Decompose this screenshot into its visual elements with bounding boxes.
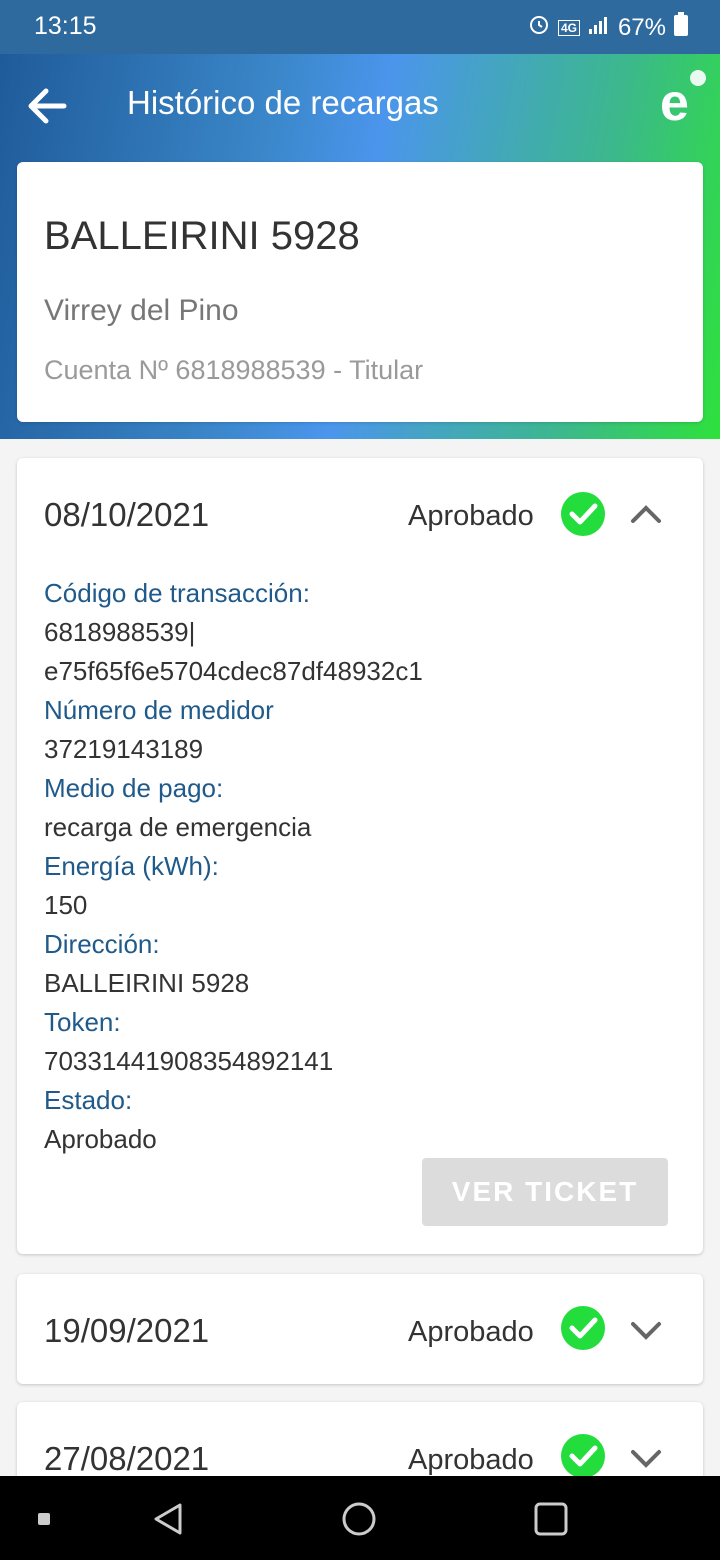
record-date: 19/09/2021 bbox=[44, 1312, 210, 1349]
view-ticket-button[interactable]: VER TICKET bbox=[422, 1158, 668, 1226]
check-circle-icon bbox=[560, 1433, 606, 1479]
account-number: Cuenta Nº 6818988539 - Titular bbox=[44, 355, 424, 385]
battery-percent: 67% bbox=[617, 13, 666, 41]
app-logo: e bbox=[658, 68, 710, 132]
check-circle-icon bbox=[560, 1305, 606, 1351]
alarm-icon bbox=[528, 13, 550, 42]
recent-dot-icon[interactable] bbox=[38, 1512, 50, 1530]
system-nav-bar bbox=[0, 1476, 720, 1560]
field-label: Estado: bbox=[44, 1085, 133, 1115]
field-value: recarga de emergencia bbox=[44, 812, 312, 842]
signal-icon bbox=[588, 14, 610, 42]
field-value: 150 bbox=[44, 890, 88, 920]
record-status: Aprobado bbox=[408, 500, 534, 532]
field-value: e75f65f6e5704cdec87df48932c1 bbox=[44, 656, 423, 686]
chevron-up-icon[interactable] bbox=[629, 503, 663, 525]
status-time: 13:15 bbox=[34, 12, 97, 40]
field-label: Número de medidor bbox=[44, 695, 274, 725]
battery-icon bbox=[674, 12, 688, 43]
record-details: Código de transacción: 6818988539| e75f6… bbox=[44, 574, 684, 1159]
record-date: 27/08/2021 bbox=[44, 1440, 210, 1477]
field-value: Aprobado bbox=[44, 1124, 157, 1154]
chevron-down-icon[interactable] bbox=[629, 1447, 663, 1469]
account-card: BALLEIRINI 5928 Virrey del Pino Cuenta N… bbox=[17, 162, 703, 422]
network-type-icon: 4G bbox=[557, 19, 580, 36]
account-name: BALLEIRINI 5928 bbox=[44, 214, 360, 258]
overview-square-icon[interactable] bbox=[534, 1502, 568, 1541]
field-label: Código de transacción: bbox=[44, 578, 310, 608]
field-value: 6818988539| bbox=[44, 617, 196, 647]
page-title: Histórico de recargas bbox=[127, 84, 439, 121]
field-value: 37219143189 bbox=[44, 734, 204, 764]
field-label: Energía (kWh): bbox=[44, 851, 219, 881]
record-status: Aprobado bbox=[408, 1444, 534, 1476]
field-value: 70331441908354892141 bbox=[44, 1046, 334, 1076]
field-value: BALLEIRINI 5928 bbox=[44, 968, 250, 998]
chevron-down-icon[interactable] bbox=[629, 1319, 663, 1341]
account-city: Virrey del Pino bbox=[44, 294, 239, 327]
field-label: Dirección: bbox=[44, 929, 160, 959]
back-triangle-icon[interactable] bbox=[152, 1502, 184, 1541]
recharge-record-expanded[interactable]: 08/10/2021 Aprobado Código de transacció… bbox=[17, 458, 703, 1254]
record-status: Aprobado bbox=[408, 1316, 534, 1348]
check-circle-icon bbox=[560, 491, 606, 537]
recharge-record[interactable]: 19/09/2021 Aprobado bbox=[17, 1274, 703, 1384]
status-bar: 13:15 4G 67% bbox=[0, 0, 720, 54]
back-arrow-icon[interactable] bbox=[24, 86, 70, 126]
home-circle-icon[interactable] bbox=[342, 1502, 376, 1541]
record-date: 08/10/2021 bbox=[44, 496, 210, 533]
app-header: Histórico de recargas e BALLEIRINI 5928 … bbox=[0, 54, 720, 439]
logo-letter: e bbox=[660, 74, 689, 128]
field-label: Token: bbox=[44, 1007, 121, 1037]
field-label: Medio de pago: bbox=[44, 773, 224, 803]
